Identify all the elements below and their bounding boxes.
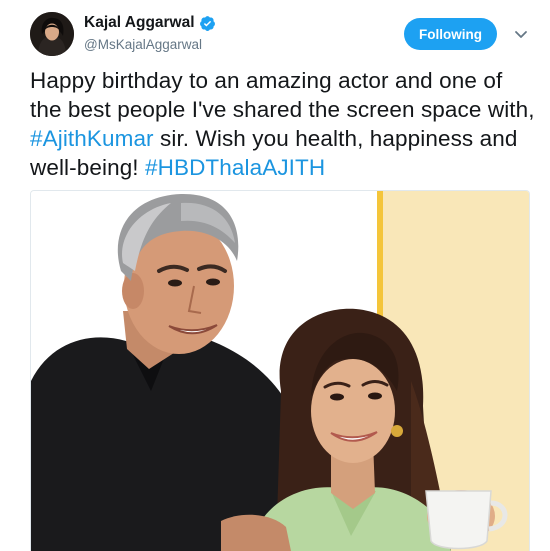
display-name-text[interactable]: Kajal Aggarwal (84, 13, 195, 33)
tweet-photo (31, 191, 529, 551)
chevron-down-icon[interactable] (513, 26, 529, 42)
hashtag-link[interactable]: #AjithKumar (30, 126, 154, 151)
following-button[interactable]: Following (404, 18, 497, 50)
tweet-media[interactable] (30, 190, 530, 551)
tweet-text-part: Happy birthday to an amazing actor and o… (30, 68, 535, 122)
verified-badge-icon (199, 15, 215, 31)
tweet-text: Happy birthday to an amazing actor and o… (30, 66, 535, 182)
avatar-image (30, 12, 74, 56)
user-handle[interactable]: @MsKajalAggarwal (84, 36, 202, 54)
hashtag-link[interactable]: #HBDThalaAJITH (145, 155, 325, 180)
display-name[interactable]: Kajal Aggarwal (84, 13, 216, 33)
avatar[interactable] (30, 12, 74, 56)
